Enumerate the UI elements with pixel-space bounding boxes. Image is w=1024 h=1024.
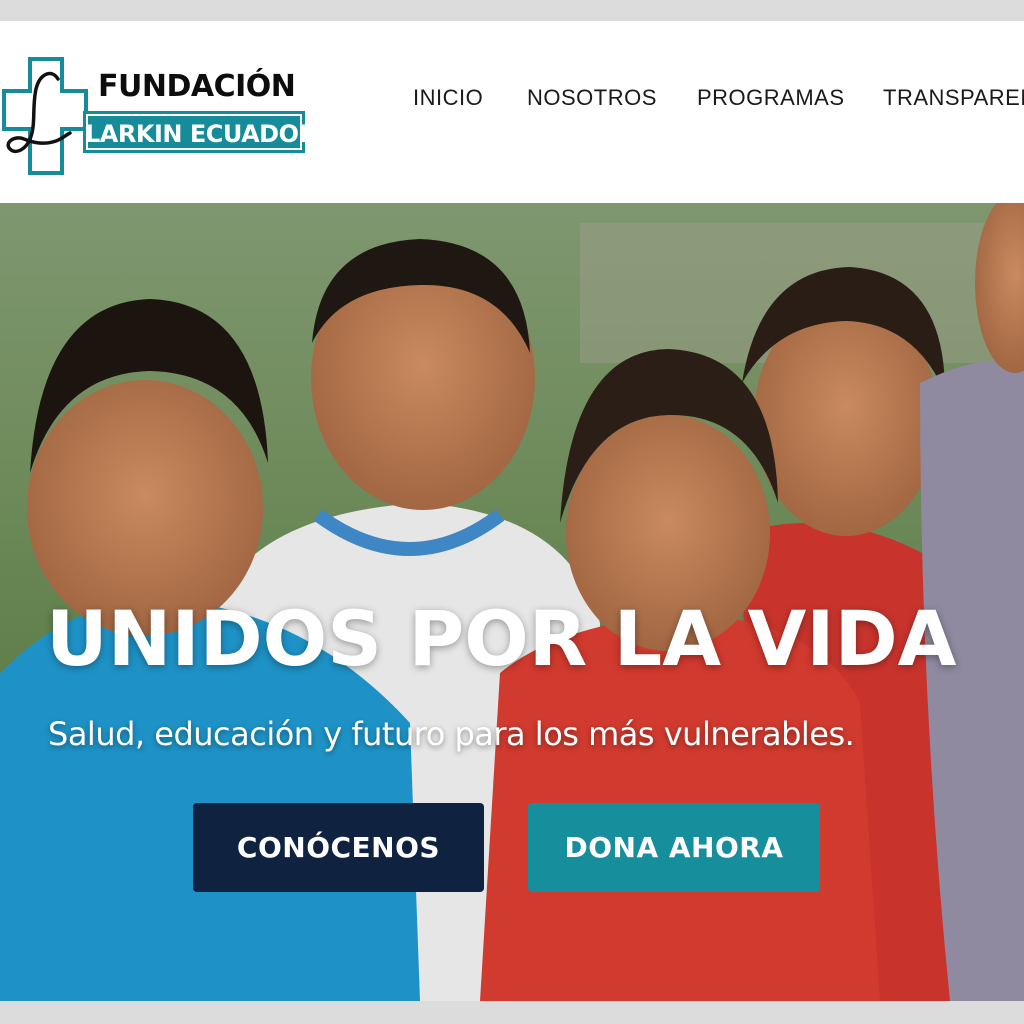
cross-monogram-logo-icon: [2, 57, 88, 175]
donate-button[interactable]: DONA AHORA: [528, 803, 820, 892]
site-logo[interactable]: FUNDACIÓN LARKIN ECUADOR: [0, 55, 317, 175]
hero-subtitle: Salud, educación y futuro para los más v…: [48, 715, 855, 753]
window-bottom-edge: [0, 1001, 1024, 1024]
nav-item-programas[interactable]: PROGRAMAS: [697, 85, 845, 111]
hero-title: UNIDOS POR LA VIDA: [46, 594, 957, 683]
main-nav: INICIO NOSOTROS PROGRAMAS TRANSPAREN: [0, 85, 1024, 115]
logo-text-larkin-ecuador: LARKIN ECUADOR: [83, 111, 317, 153]
nav-item-transparencia[interactable]: TRANSPAREN: [883, 85, 1024, 111]
window-top-edge: [0, 0, 1024, 20]
hero-section: UNIDOS POR LA VIDA Salud, educación y fu…: [0, 203, 1024, 1001]
site-header: FUNDACIÓN LARKIN ECUADOR INICIO NOSOTROS…: [0, 21, 1024, 203]
conocenos-button[interactable]: CONÓCENOS: [193, 803, 484, 892]
nav-item-nosotros[interactable]: NOSOTROS: [527, 85, 657, 111]
nav-item-inicio[interactable]: INICIO: [413, 85, 483, 111]
